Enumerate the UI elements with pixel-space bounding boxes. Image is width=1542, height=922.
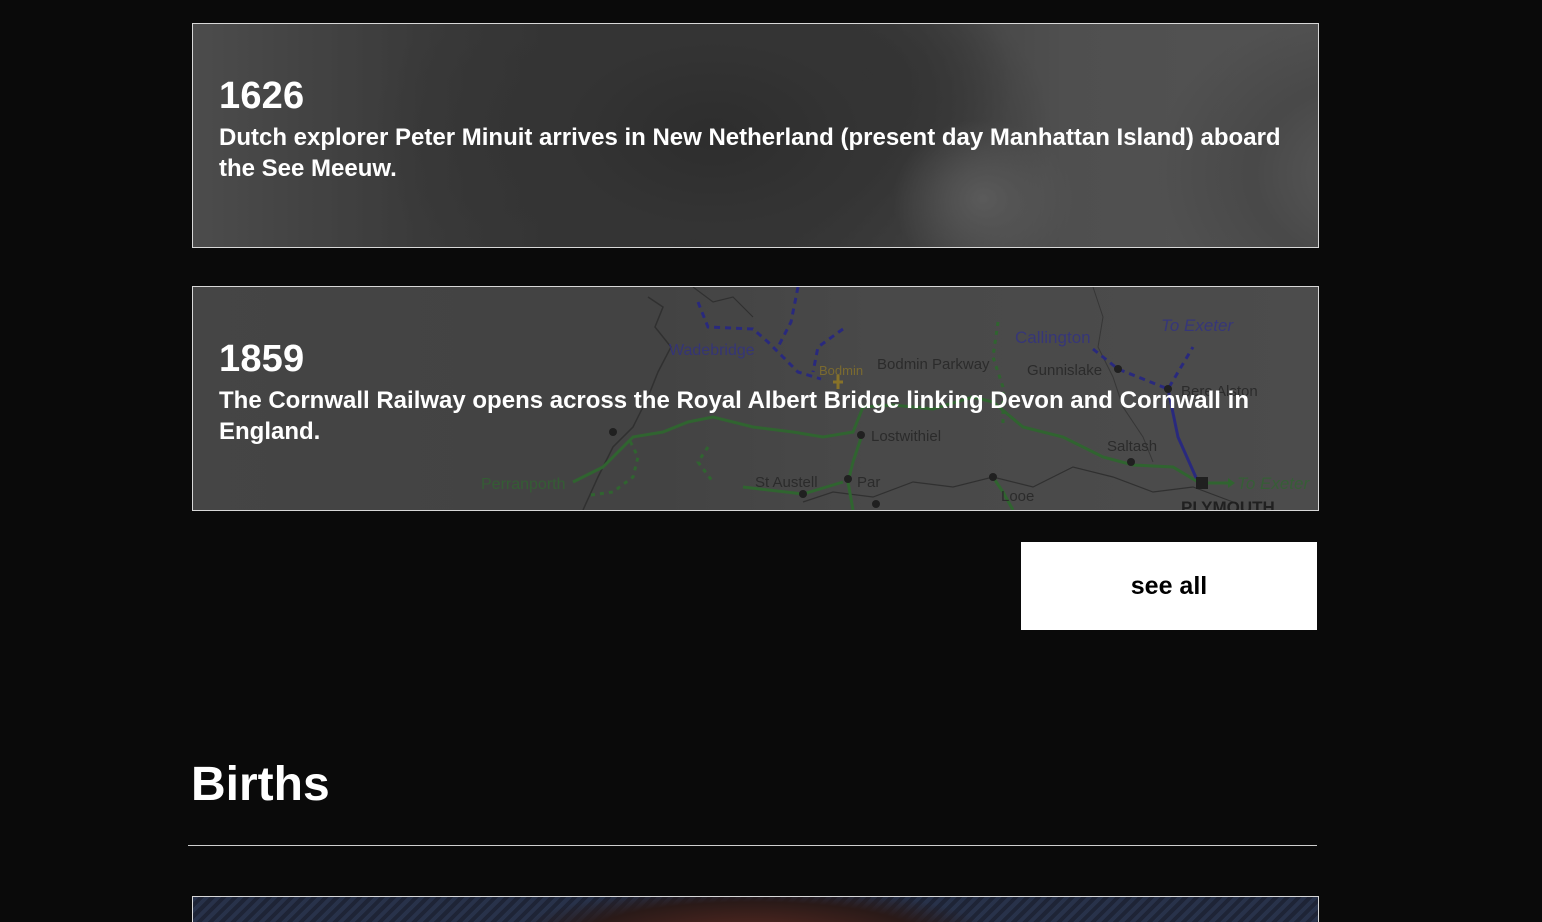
event-card[interactable]: Wadebridge Bodmin Bodmin Parkway Calling… — [192, 286, 1319, 511]
page: 1626 Dutch explorer Peter Minuit arrives… — [0, 0, 1542, 922]
see-all-button[interactable]: see all — [1021, 542, 1317, 630]
section-divider — [188, 845, 1317, 846]
event-card[interactable]: 1626 Dutch explorer Peter Minuit arrives… — [192, 23, 1319, 248]
event-content: 1626 Dutch explorer Peter Minuit arrives… — [219, 74, 1288, 184]
birth-image-detail — [523, 897, 983, 922]
birth-image — [193, 897, 1318, 922]
section-title-births: Births — [191, 758, 330, 811]
event-description: Dutch explorer Peter Minuit arrives in N… — [219, 124, 1281, 182]
event-description: The Cornwall Railway opens across the Ro… — [219, 387, 1249, 445]
birth-card[interactable] — [192, 896, 1319, 922]
event-content: 1859 The Cornwall Railway opens across t… — [219, 337, 1288, 447]
event-year: 1859 — [219, 338, 305, 380]
event-year: 1626 — [219, 75, 305, 117]
